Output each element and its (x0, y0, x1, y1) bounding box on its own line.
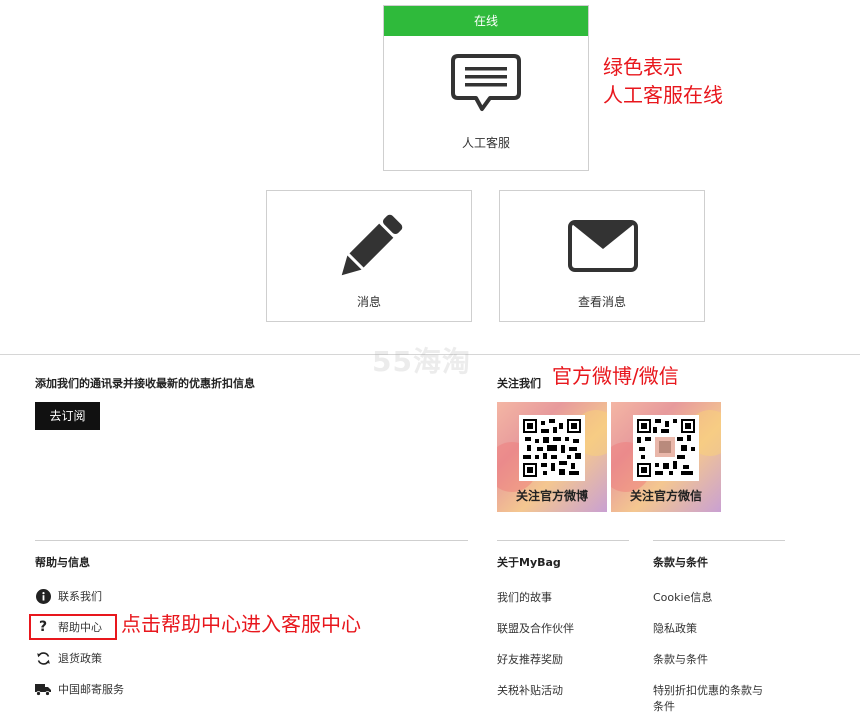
follow-us-title: 关注我们 (497, 377, 541, 390)
wechat-qr-tile[interactable]: 关注官方微信 (611, 402, 721, 512)
online-annotation-line1: 绿色表示 (603, 55, 683, 79)
terms-item-terms[interactable]: 条款与条件 (653, 653, 708, 667)
truck-icon (35, 681, 51, 697)
weibo-qr-code (519, 415, 585, 481)
help-item-label: 退货政策 (58, 652, 102, 665)
terms-title: 条款与条件 (653, 556, 708, 569)
weibo-qr-tile[interactable]: 关注官方微博 (497, 402, 607, 512)
live-chat-card[interactable]: 在线 人工客服 (383, 5, 589, 171)
help-item-contact[interactable]: 联系我们 (35, 587, 102, 605)
live-chat-label: 人工客服 (461, 136, 510, 150)
message-label: 消息 (356, 295, 381, 309)
online-annotation-line2: 人工客服在线 (603, 83, 723, 107)
pencil-icon (341, 214, 403, 276)
help-item-label: 中国邮寄服务 (58, 683, 124, 696)
qr-code-icon (523, 419, 581, 477)
help-item-label: 联系我们 (58, 590, 102, 603)
terms-item-discount-terms[interactable]: 特别折扣优惠的条款与 (653, 684, 763, 698)
help-title: 帮助与信息 (35, 556, 90, 569)
help-center-highlight-box (29, 614, 117, 640)
terms-item-cookie[interactable]: Cookie信息 (653, 591, 712, 605)
help-annotation: 点击帮助中心进入客服中心 (121, 612, 361, 636)
about-item-story[interactable]: 我们的故事 (497, 591, 552, 605)
weibo-caption: 关注官方微博 (515, 489, 588, 503)
about-title: 关于MyBag (497, 556, 561, 569)
help-item-returns[interactable]: 退货政策 (35, 649, 102, 667)
help-item-china-shipping[interactable]: 中国邮寄服务 (35, 680, 124, 698)
message-card[interactable]: 消息 (266, 190, 472, 322)
inbox-card[interactable]: 查看消息 (499, 190, 705, 322)
terms-item-privacy[interactable]: 隐私政策 (653, 622, 697, 636)
help-column-rule (35, 540, 468, 541)
info-icon (35, 588, 51, 604)
about-item-partners[interactable]: 联盟及合作伙伴 (497, 622, 574, 636)
watermark: 55海淘 (372, 345, 471, 378)
refresh-icon (35, 650, 51, 666)
chat-bubble-icon (451, 54, 521, 111)
wechat-caption: 关注官方微信 (629, 489, 702, 503)
about-item-referral[interactable]: 好友推荐奖励 (497, 653, 563, 667)
envelope-icon (568, 220, 638, 272)
inbox-label: 查看消息 (577, 295, 626, 309)
social-annotation: 官方微博/微信 (552, 364, 679, 388)
subscribe-button[interactable]: 去订阅 (35, 402, 100, 430)
subscribe-text: 添加我们的通讯录并接收最新的优惠折扣信息 (35, 377, 255, 390)
about-item-duty-subsidy[interactable]: 关税补贴活动 (497, 684, 563, 698)
terms-item-discount-terms-cont[interactable]: 条件 (653, 700, 675, 714)
wechat-qr-code (633, 415, 699, 481)
qr-code-icon (637, 419, 695, 477)
about-column-rule (497, 540, 629, 541)
online-status-bar: 在线 (384, 6, 588, 36)
terms-column-rule (653, 540, 785, 541)
